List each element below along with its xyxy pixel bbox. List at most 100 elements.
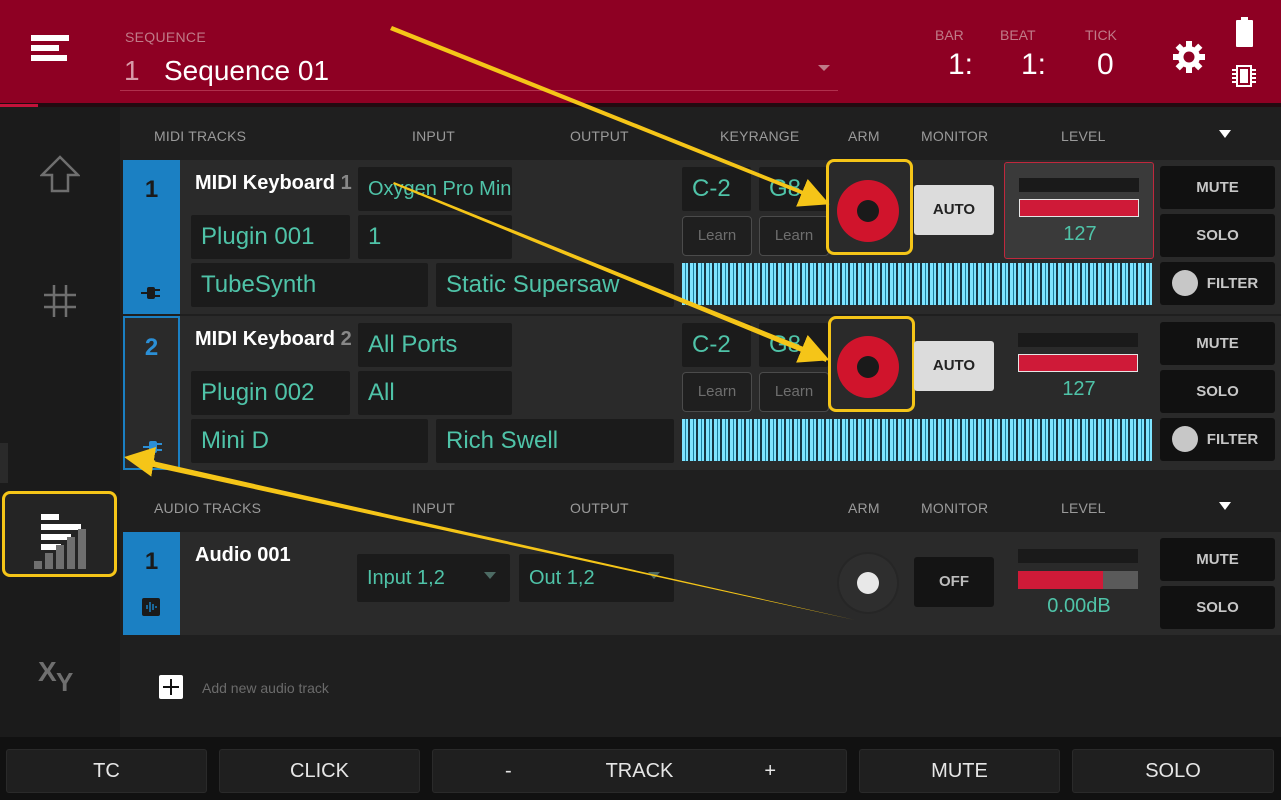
- track-name-suffix: 2: [340, 328, 352, 350]
- waveform-icon: [142, 598, 160, 616]
- level-meter-track: [1018, 333, 1138, 347]
- midi-track-name-2[interactable]: MIDI Keyboard 2: [195, 328, 352, 351]
- audio-level-value-1: 0.00dB: [1047, 595, 1111, 617]
- audio-output-value: Out 1,2: [529, 567, 595, 589]
- keyboard-range-1[interactable]: [682, 263, 1152, 305]
- tick-label: TICK: [1085, 27, 1117, 43]
- mute-mode-button[interactable]: MUTE: [859, 749, 1060, 793]
- battery-icon: [1236, 17, 1253, 47]
- header-bar: SEQUENCE 1 Sequence 01 BAR BEAT TICK 1: …: [0, 0, 1281, 104]
- level-meter-bar: [1018, 571, 1103, 589]
- midi-track-number-1[interactable]: 1: [123, 160, 180, 314]
- level-meter-track: [1019, 178, 1139, 192]
- midi-keyrange-header: KEYRANGE: [720, 128, 800, 144]
- audio-collapse-icon[interactable]: [1219, 502, 1231, 510]
- level-control-2[interactable]: 127: [1004, 318, 1154, 415]
- track-button[interactable]: - TRACK +: [432, 749, 847, 793]
- key-high-field-2[interactable]: G8: [759, 323, 828, 367]
- level-meter-bar: [1019, 199, 1139, 217]
- key-high-field-1[interactable]: G8: [759, 167, 828, 211]
- grid-icon[interactable]: [42, 283, 78, 319]
- midi-input-field-2[interactable]: All Ports: [358, 323, 512, 367]
- audio-input-select-1[interactable]: Input 1,2: [357, 554, 510, 602]
- menu-icon[interactable]: [31, 35, 69, 65]
- svg-text:X: X: [38, 656, 57, 687]
- track-plus-label[interactable]: +: [764, 750, 776, 792]
- audio-input-value: Input 1,2: [367, 567, 445, 589]
- plugin-field-2[interactable]: Plugin 002: [191, 371, 350, 415]
- keyboard-range-2[interactable]: [682, 419, 1152, 461]
- solo-mode-button[interactable]: SOLO: [1072, 749, 1274, 793]
- midi-channel-field-1[interactable]: 1: [358, 215, 512, 259]
- midi-tracks-header: MIDI TRACKS: [154, 128, 247, 144]
- tick-value[interactable]: 0: [1097, 48, 1114, 82]
- plugin-field-1[interactable]: Plugin 001: [191, 215, 350, 259]
- plug-icon: [143, 441, 162, 453]
- xy-icon[interactable]: X Y: [38, 653, 80, 693]
- audio-arm-button-1[interactable]: [837, 552, 899, 614]
- chevron-down-icon: [484, 572, 496, 579]
- plug-icon: [141, 287, 160, 299]
- audio-tracks-header: AUDIO TRACKS: [154, 500, 262, 516]
- midi-track-name-1[interactable]: MIDI Keyboard 1: [195, 172, 352, 195]
- preset-field-1[interactable]: Static Supersaw: [436, 263, 674, 307]
- audio-level-control-1[interactable]: 0.00dB: [1004, 534, 1154, 631]
- sequence-name: Sequence 01: [164, 55, 330, 86]
- instrument-field-1[interactable]: TubeSynth: [191, 263, 428, 307]
- filter-button-2[interactable]: FILTER: [1160, 418, 1275, 461]
- track-number: 2: [144, 334, 159, 361]
- audio-track-name-1[interactable]: Audio 001: [195, 544, 291, 567]
- click-button[interactable]: CLICK: [219, 749, 420, 793]
- learn-high-button-1[interactable]: Learn: [759, 216, 829, 256]
- audio-monitor-button-1[interactable]: OFF: [914, 557, 994, 607]
- midi-arm-header: ARM: [848, 128, 880, 144]
- tc-button[interactable]: TC: [6, 749, 207, 793]
- track-name-text: MIDI Keyboard: [195, 172, 336, 194]
- mute-button-1[interactable]: MUTE: [1160, 166, 1275, 209]
- gear-icon[interactable]: [1172, 40, 1206, 74]
- instrument-field-2[interactable]: Mini D: [191, 419, 428, 463]
- level-meter-bar: [1018, 354, 1138, 372]
- audio-track-number-1[interactable]: 1: [123, 532, 180, 635]
- add-audio-track-label[interactable]: Add new audio track: [202, 680, 329, 696]
- midi-track-number-2[interactable]: 2: [123, 316, 180, 470]
- beat-value[interactable]: 1:: [1021, 48, 1046, 82]
- solo-button-1[interactable]: SOLO: [1160, 214, 1275, 257]
- audio-solo-button-1[interactable]: SOLO: [1160, 586, 1275, 629]
- monitor-button-2[interactable]: AUTO: [914, 341, 994, 391]
- learn-low-button-2[interactable]: Learn: [682, 372, 752, 412]
- monitor-button-1[interactable]: AUTO: [914, 185, 994, 235]
- filter-button-1[interactable]: FILTER: [1160, 262, 1275, 305]
- arrow-up-icon[interactable]: [40, 155, 80, 193]
- filter-label: FILTER: [1206, 431, 1259, 448]
- mute-button-2[interactable]: MUTE: [1160, 322, 1275, 365]
- solo-button-2[interactable]: SOLO: [1160, 370, 1275, 413]
- midi-port-icon: [1172, 270, 1198, 296]
- key-low-field-1[interactable]: C-2: [682, 167, 751, 211]
- midi-channel-field-2[interactable]: All: [358, 371, 512, 415]
- chip-icon: [1232, 65, 1256, 87]
- svg-text:Y: Y: [56, 667, 73, 693]
- audio-output-select-1[interactable]: Out 1,2: [519, 554, 674, 602]
- level-control-1[interactable]: 127: [1004, 162, 1154, 259]
- audio-mute-button-1[interactable]: MUTE: [1160, 538, 1275, 581]
- level-value-1: 127: [1063, 223, 1097, 245]
- track-minus-label[interactable]: -: [505, 750, 512, 792]
- midi-input-field-1[interactable]: Oxygen Pro Mini...: [358, 167, 512, 211]
- sidebar: X Y: [0, 107, 120, 737]
- learn-low-button-1[interactable]: Learn: [682, 216, 752, 256]
- add-track-icon[interactable]: [159, 675, 183, 699]
- midi-output-header: OUTPUT: [570, 128, 629, 144]
- sidebar-indicator: [0, 443, 8, 483]
- key-low-field-2[interactable]: C-2: [682, 323, 751, 367]
- level-bars-icon[interactable]: [34, 527, 86, 569]
- bottom-bar: TC CLICK - TRACK + MUTE SOLO: [0, 737, 1281, 800]
- filter-label: FILTER: [1206, 275, 1259, 292]
- sequence-selector[interactable]: 1 Sequence 01: [120, 47, 838, 91]
- bar-label: BAR: [935, 27, 964, 43]
- learn-high-button-2[interactable]: Learn: [759, 372, 829, 412]
- bar-value[interactable]: 1:: [948, 48, 973, 82]
- sequence-number: 1: [124, 55, 140, 86]
- preset-field-2[interactable]: Rich Swell: [436, 419, 674, 463]
- midi-collapse-icon[interactable]: [1219, 130, 1231, 138]
